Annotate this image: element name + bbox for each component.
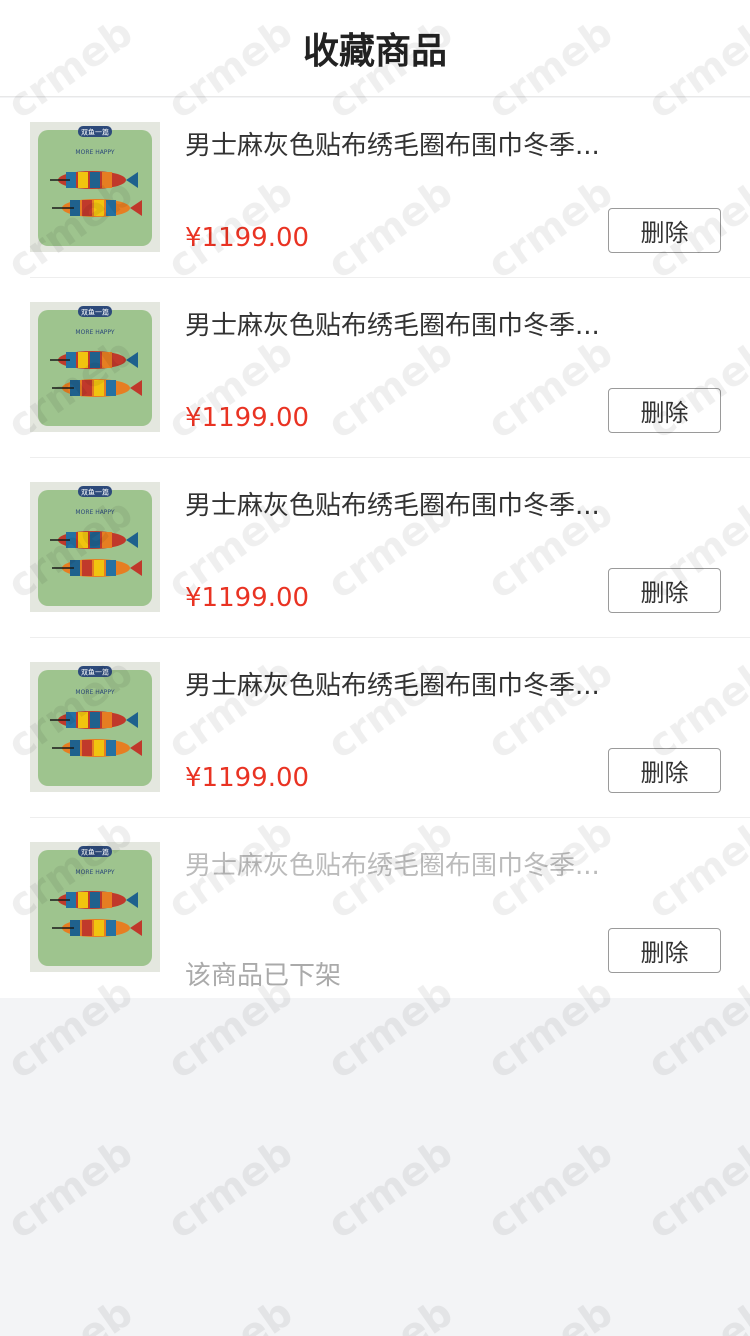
thumb-caption: MORE HAPPY [75, 869, 114, 876]
offline-status: 该商品已下架 [185, 961, 342, 991]
product-thumbnail[interactable]: 双鱼一篇 MORE HAPPY [30, 482, 160, 612]
product-title[interactable]: 男士麻灰色贴布绣毛圈布围巾冬季... [185, 306, 645, 346]
product-price: ¥1199.00 [185, 583, 310, 613]
thumb-badge-text: 双鱼一篇 [81, 308, 109, 317]
thumb-badge-text: 双鱼一篇 [81, 668, 109, 677]
thumb-badge-text: 双鱼一篇 [81, 848, 109, 857]
product-price: ¥1199.00 [185, 763, 310, 793]
product-title[interactable]: 男士麻灰色贴布绣毛圈布围巾冬季... [185, 666, 645, 706]
product-price: ¥1199.00 [185, 403, 310, 433]
list-item[interactable]: 双鱼一篇 MORE HAPPY [30, 98, 750, 278]
list-item[interactable]: 双鱼一篇 MORE HAPPY [30, 818, 750, 998]
list-item[interactable]: 双鱼一篇 MORE HAPPY [30, 278, 750, 458]
thumb-caption: MORE HAPPY [75, 149, 114, 156]
product-title[interactable]: 男士麻灰色贴布绣毛圈布围巾冬季... [185, 486, 645, 526]
product-price: ¥1199.00 [185, 223, 310, 253]
product-title[interactable]: 男士麻灰色贴布绣毛圈布围巾冬季... [185, 126, 645, 166]
thumb-badge-text: 双鱼一篇 [81, 128, 109, 137]
product-thumbnail[interactable]: 双鱼一篇 MORE HAPPY [30, 662, 160, 792]
header-bar: 收藏商品 [0, 0, 750, 97]
thumb-caption: MORE HAPPY [75, 509, 114, 516]
favorites-list: 双鱼一篇 MORE HAPPY 男士麻灰色贴布绣毛圈布围巾冬季... ¥1199… [0, 98, 750, 998]
thumb-caption: MORE HAPPY [75, 329, 114, 336]
delete-button[interactable]: 删除 [608, 568, 721, 613]
product-thumbnail[interactable]: 双鱼一篇 MORE HAPPY [30, 842, 160, 972]
delete-button[interactable]: 删除 [608, 208, 721, 253]
list-item[interactable]: 双鱼一篇 MORE HAPPY [30, 458, 750, 638]
product-thumbnail[interactable]: 双鱼一篇 MORE HAPPY [30, 302, 160, 432]
delete-button[interactable]: 删除 [608, 748, 721, 793]
product-title[interactable]: 男士麻灰色贴布绣毛圈布围巾冬季... [185, 846, 645, 886]
delete-button[interactable]: 删除 [608, 388, 721, 433]
product-thumbnail[interactable]: 双鱼一篇 MORE HAPPY [30, 122, 160, 252]
page-title: 收藏商品 [302, 31, 447, 72]
delete-button[interactable]: 删除 [608, 928, 721, 973]
thumb-caption: MORE HAPPY [75, 689, 114, 696]
thumb-badge-text: 双鱼一篇 [81, 488, 109, 497]
list-item[interactable]: 双鱼一篇 MORE HAPPY [30, 638, 750, 818]
